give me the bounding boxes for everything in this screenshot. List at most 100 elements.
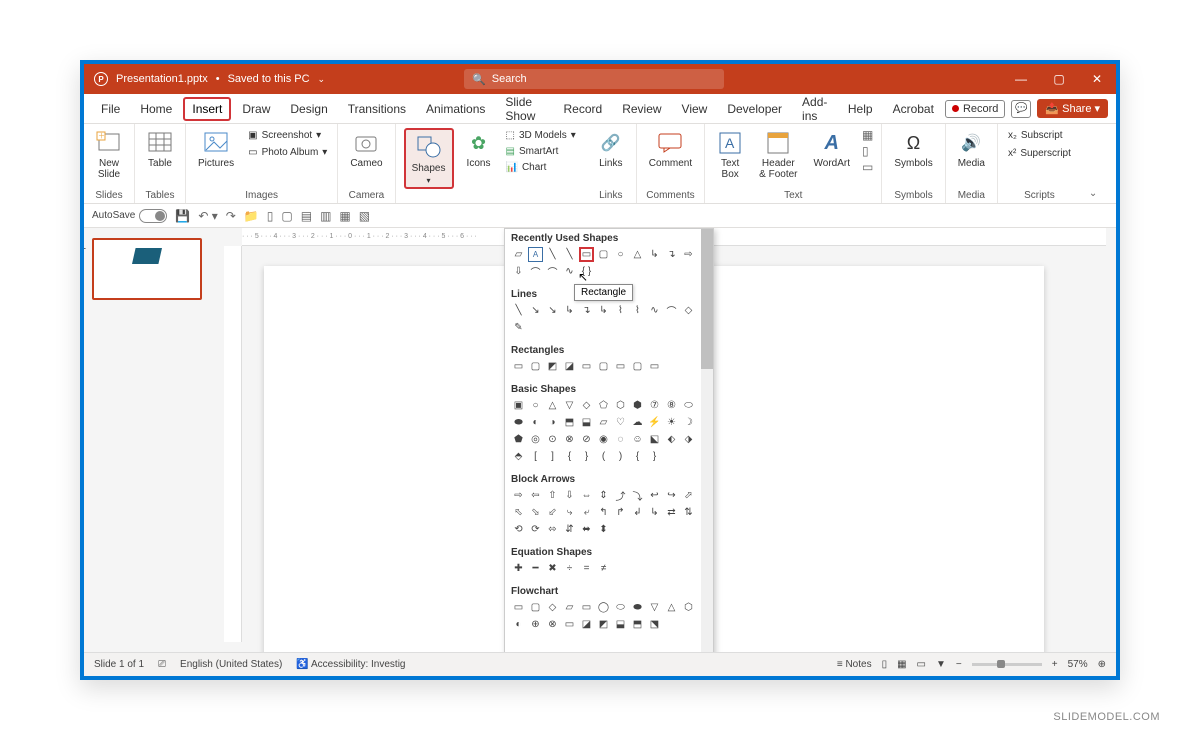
tab-addins[interactable]: Add-ins [793, 90, 837, 128]
shape-flow-13[interactable]: ⊗ [545, 617, 560, 632]
shape-basic-15[interactable]: ⬓ [579, 415, 594, 430]
date-time-icon[interactable]: ▦ [862, 128, 873, 142]
shape-arrow-15[interactable]: ⤶ [579, 505, 594, 520]
tab-home[interactable]: Home [131, 97, 181, 121]
shape-flow-7[interactable]: ⬬ [630, 600, 645, 615]
shape-flow-6[interactable]: ⬭ [613, 600, 628, 615]
print-icon[interactable]: ▯ [267, 209, 274, 223]
shape-line-c[interactable]: ↘ [545, 303, 560, 318]
cameo-button[interactable]: Cameo [346, 128, 386, 171]
screenshot-button[interactable]: ▣Screenshot ▾ [246, 128, 329, 143]
shape-arrow-5[interactable]: ⇕ [596, 488, 611, 503]
zoom-in-button[interactable]: + [1052, 659, 1058, 670]
shape-arrow-down[interactable]: ⇩ [511, 264, 526, 279]
shape-basic-20[interactable]: ☀ [664, 415, 679, 430]
shape-flow-4[interactable]: ▭ [579, 600, 594, 615]
shape-arrow-16[interactable]: ↰ [596, 505, 611, 520]
new-slide-button[interactable]: ＋ New Slide [92, 128, 126, 182]
shape-line-b[interactable]: ↘ [528, 303, 543, 318]
shape-basic-35[interactable]: ] [545, 449, 560, 464]
tab-review[interactable]: Review [613, 97, 670, 121]
shape-basic-6[interactable]: ⬡ [613, 398, 628, 413]
undo-icon[interactable]: ↶ ▾ [198, 209, 217, 223]
shape-basic-38[interactable]: ( [596, 449, 611, 464]
shape-basic-1[interactable]: ○ [528, 398, 543, 413]
ribbon-collapse-icon[interactable]: ⌄ [1081, 184, 1105, 203]
shape-line-l[interactable]: ✎ [511, 320, 526, 335]
shape-line-k[interactable]: ◇ [681, 303, 696, 318]
shape-basic-36[interactable]: { [562, 449, 577, 464]
shape-oval[interactable]: ○ [613, 247, 628, 262]
tab-record[interactable]: Record [555, 97, 612, 121]
links-button[interactable]: 🔗 Links [594, 128, 628, 171]
shape-trapezoid[interactable]: ▱ [511, 247, 526, 262]
qat-icon-5[interactable]: ▧ [359, 209, 370, 223]
shape-flow-9[interactable]: △ [664, 600, 679, 615]
shape-arrow-23[interactable]: ⟳ [528, 522, 543, 537]
shape-flow-15[interactable]: ◪ [579, 617, 594, 632]
shape-basic-32[interactable]: ⬗ [681, 432, 696, 447]
shapes-button[interactable]: Shapes▾ [404, 128, 454, 189]
shape-rect-9[interactable]: ▭ [647, 359, 662, 374]
qat-icon-1[interactable]: ▢ [281, 209, 292, 223]
save-icon[interactable]: 💾 [175, 209, 190, 223]
shape-eq-div[interactable]: ÷ [562, 561, 577, 576]
shape-basic-41[interactable]: } [647, 449, 662, 464]
shape-flow-2[interactable]: ◇ [545, 600, 560, 615]
wordart-button[interactable]: AWordArt [810, 128, 855, 171]
shape-arrow-20[interactable]: ⇄ [664, 505, 679, 520]
shape-flow-18[interactable]: ⬒ [630, 617, 645, 632]
tab-acrobat[interactable]: Acrobat [884, 97, 943, 121]
shape-arc2[interactable]: ⌒ [545, 264, 560, 279]
shape-line-g[interactable]: ⌇ [613, 303, 628, 318]
shape-basic-33[interactable]: ⬘ [511, 449, 526, 464]
autosave-toggle[interactable]: AutoSave [92, 209, 167, 223]
shape-flow-11[interactable]: ◐ [511, 617, 526, 632]
tab-file[interactable]: File [92, 97, 129, 121]
share-button[interactable]: 📤 Share ▾ [1037, 99, 1108, 118]
chevron-down-icon[interactable]: ⌄ [318, 74, 326, 85]
shape-eq-minus[interactable]: ━ [528, 561, 543, 576]
sorter-view-icon[interactable]: ▦ [897, 659, 906, 670]
shape-connector[interactable]: ↳ [647, 247, 662, 262]
shape-basic-23[interactable]: ◎ [528, 432, 543, 447]
shape-basic-29[interactable]: ☺ [630, 432, 645, 447]
shape-flow-10[interactable]: ⬡ [681, 600, 696, 615]
textbox-button[interactable]: AText Box [713, 128, 747, 182]
shape-eq-plus[interactable]: ✚ [511, 561, 526, 576]
qat-icon-3[interactable]: ▥ [320, 209, 331, 223]
shape-line-h[interactable]: ⌇ [630, 303, 645, 318]
text-direction-icon[interactable]: ⎚ [158, 659, 166, 670]
shape-arrow-9[interactable]: ↪ [664, 488, 679, 503]
media-button[interactable]: 🔊Media [954, 128, 989, 171]
chart-button[interactable]: 📊Chart [504, 160, 578, 175]
shape-arrow-0[interactable]: ⇨ [511, 488, 526, 503]
pictures-button[interactable]: Pictures [194, 128, 238, 171]
header-footer-button[interactable]: Header & Footer [755, 128, 801, 182]
shape-arrow-21[interactable]: ⇅ [681, 505, 696, 520]
shape-rectangle[interactable]: ▭ [579, 247, 594, 262]
shape-arc[interactable]: ⌒ [528, 264, 543, 279]
shape-basic-8[interactable]: ⑦ [647, 398, 662, 413]
shape-arrow-18[interactable]: ↲ [630, 505, 645, 520]
shape-flow-3[interactable]: ▱ [562, 600, 577, 615]
shape-basic-18[interactable]: ☁ [630, 415, 645, 430]
shape-rect-5[interactable]: ▭ [579, 359, 594, 374]
shape-arrow[interactable]: ⇨ [681, 247, 696, 262]
shape-basic-19[interactable]: ⚡ [647, 415, 662, 430]
shape-basic-4[interactable]: ◇ [579, 398, 594, 413]
tab-view[interactable]: View [673, 97, 717, 121]
shape-line[interactable]: ╲ [545, 247, 560, 262]
smartart-button[interactable]: ▤SmartArt [504, 144, 578, 159]
shape-rect-2[interactable]: ▢ [528, 359, 543, 374]
shape-connector2[interactable]: ↴ [664, 247, 679, 262]
search-input[interactable]: 🔍 Search [464, 69, 724, 89]
slide-number-icon[interactable]: ▯ [862, 144, 873, 158]
shape-arrow-8[interactable]: ↩ [647, 488, 662, 503]
shape-flow-16[interactable]: ◩ [596, 617, 611, 632]
photo-album-button[interactable]: ▭Photo Album ▾ [246, 145, 329, 160]
shape-basic-30[interactable]: ⬕ [647, 432, 662, 447]
subscript-button[interactable]: x₂Subscript [1006, 128, 1073, 143]
tab-help[interactable]: Help [839, 97, 882, 121]
zoom-slider[interactable] [972, 663, 1042, 666]
